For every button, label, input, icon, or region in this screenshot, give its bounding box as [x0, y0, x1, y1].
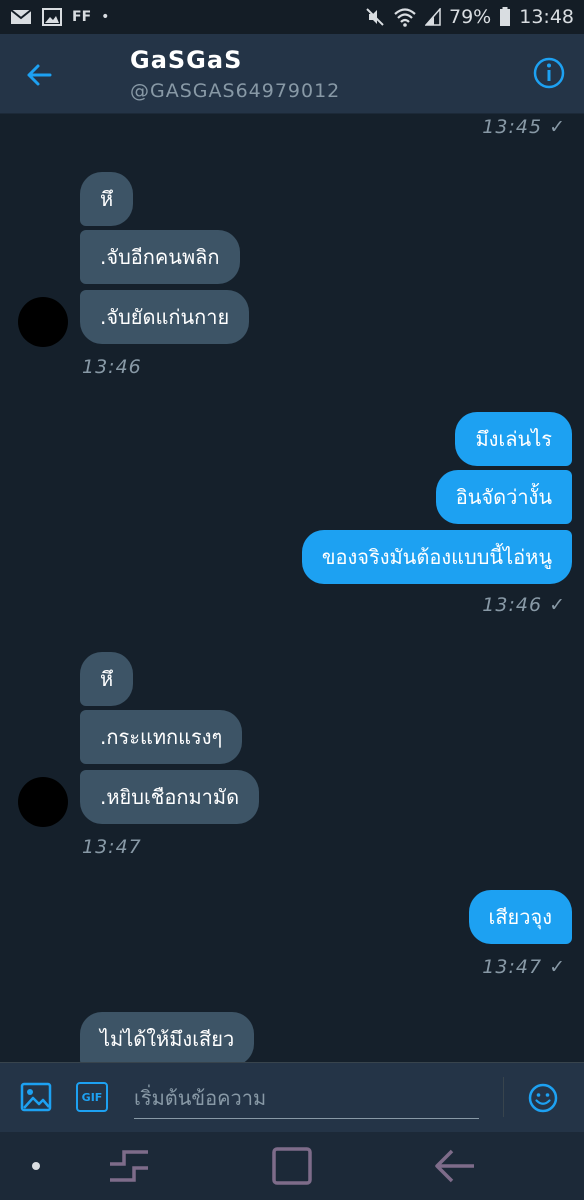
- conversation-header: GaSGaS @GASGAS64979012: [0, 34, 584, 114]
- message-bubble-incoming[interactable]: หึ: [80, 652, 134, 706]
- message-bubble-outgoing[interactable]: อินจัดว่างั้น: [435, 470, 572, 524]
- message-bubble-outgoing[interactable]: ของจริงมันต้องแบบนี้ไอ่หนู: [301, 530, 572, 584]
- system-nav-bar: [0, 1132, 584, 1200]
- signal-icon: [425, 8, 441, 26]
- message-bubble-incoming[interactable]: ไม่ได้ให้มึงเสียว: [80, 1012, 255, 1062]
- image-icon: [42, 8, 62, 26]
- message-bubble-outgoing[interactable]: เสียวจุง: [468, 890, 572, 944]
- timestamp: 13:46 ✓: [482, 594, 566, 616]
- dot-icon: •: [101, 9, 110, 25]
- nav-back-icon[interactable]: [432, 1146, 478, 1186]
- timestamp: 13:47: [82, 836, 142, 858]
- ff-icon: FF: [72, 9, 92, 25]
- message-input[interactable]: [134, 1077, 479, 1119]
- back-arrow-icon[interactable]: [22, 58, 56, 92]
- battery-percent: 79%: [449, 6, 492, 28]
- timestamp: 13:45 ✓: [482, 116, 566, 138]
- message-bubble-outgoing[interactable]: มึงเล่นไร: [455, 412, 572, 466]
- mute-icon: [366, 8, 384, 26]
- notification-icons: FF •: [10, 8, 109, 26]
- nav-dot-icon[interactable]: [32, 1162, 40, 1170]
- message-list[interactable]: 13:45 ✓ หึ .จับอีกคนพลิก .จับยัดแก่นกาย …: [0, 114, 584, 1062]
- timestamp: 13:46: [82, 356, 142, 378]
- status-bar: FF • 79% 13:48: [0, 0, 584, 34]
- wifi-icon: [394, 8, 416, 27]
- message-bubble-incoming[interactable]: หึ: [80, 172, 134, 226]
- recent-apps-icon[interactable]: [106, 1146, 152, 1186]
- status-right: 79% 13:48: [365, 6, 574, 28]
- message-bubble-incoming[interactable]: .หยิบเชือกมามัด: [80, 770, 260, 824]
- message-bubble-incoming[interactable]: .จับยัดแก่นกาย: [80, 290, 250, 344]
- status-time: 13:48: [519, 6, 574, 28]
- composer-divider: [503, 1077, 504, 1117]
- conversation-handle: @GASGAS64979012: [130, 80, 341, 102]
- info-icon[interactable]: [532, 56, 566, 90]
- avatar[interactable]: [18, 777, 68, 827]
- mail-icon: [10, 9, 32, 24]
- avatar[interactable]: [18, 297, 68, 347]
- emoji-icon[interactable]: [528, 1083, 558, 1113]
- message-bubble-incoming[interactable]: .กระแทกแรงๆ: [80, 710, 243, 764]
- home-icon[interactable]: [270, 1146, 314, 1186]
- conversation-title: GaSGaS: [130, 46, 243, 74]
- gif-button[interactable]: GIF: [76, 1082, 108, 1112]
- timestamp: 13:47 ✓: [482, 956, 566, 978]
- battery-icon: [500, 7, 511, 26]
- image-attach-icon[interactable]: [20, 1081, 52, 1113]
- message-composer: GIF: [0, 1062, 584, 1132]
- message-bubble-incoming[interactable]: .จับอีกคนพลิก: [80, 230, 240, 284]
